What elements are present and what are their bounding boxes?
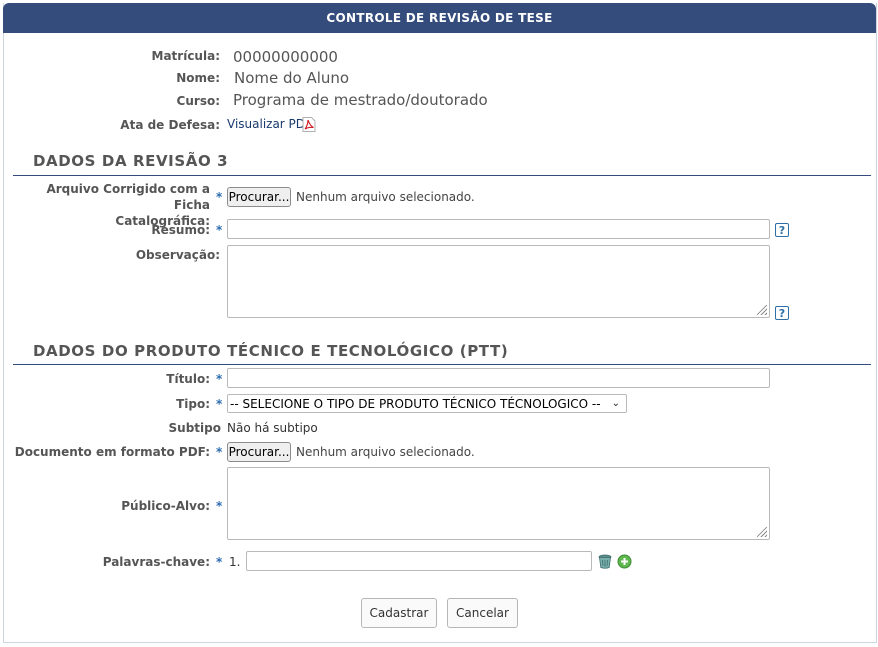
required-mark: * bbox=[216, 397, 223, 411]
palavras-chave-input[interactable] bbox=[246, 551, 592, 571]
tipo-label: Tipo: bbox=[176, 397, 210, 411]
observacao-help-icon[interactable]: ? bbox=[775, 306, 789, 320]
documento-label: Documento em formato PDF: bbox=[14, 445, 210, 459]
publico-alvo-label: Público-Alvo: bbox=[121, 499, 210, 513]
cadastrar-button[interactable]: Cadastrar bbox=[361, 598, 437, 628]
documento-status: Nenhum arquivo selecionado. bbox=[296, 445, 475, 459]
arquivo-status: Nenhum arquivo selecionado. bbox=[296, 190, 475, 204]
palavras-chave-label: Palavras-chave: bbox=[102, 555, 210, 569]
page-header: CONTROLE DE REVISÃO DE TESE bbox=[3, 3, 876, 33]
documento-browse-button[interactable]: Procurar... bbox=[227, 442, 291, 462]
ptt-section-title: DADOS DO PRODUTO TÉCNICO E TECNOLÓGICO (… bbox=[33, 342, 509, 360]
page-title: CONTROLE DE REVISÃO DE TESE bbox=[326, 11, 553, 25]
resumo-help-icon[interactable]: ? bbox=[775, 223, 789, 237]
arquivo-label-line1: Arquivo Corrigido com a Ficha bbox=[46, 182, 210, 212]
add-icon[interactable] bbox=[617, 554, 632, 569]
matricula-value: 00000000000 bbox=[233, 48, 338, 66]
tipo-select[interactable]: -- SELECIONE O TIPO DE PRODUTO TÉCNICO T… bbox=[227, 394, 627, 413]
revisao-section-title: DADOS DA REVISÃO 3 bbox=[33, 152, 229, 170]
tipo-selected-value: -- SELECIONE O TIPO DE PRODUTO TÉCNICO T… bbox=[230, 396, 601, 411]
subtipo-value: Não há subtipo bbox=[227, 421, 318, 435]
required-mark: * bbox=[216, 499, 223, 513]
resumo-input[interactable] bbox=[227, 219, 770, 239]
ata-pdf-link[interactable]: Visualizar PDF bbox=[227, 117, 312, 131]
ptt-section-divider bbox=[13, 364, 871, 365]
revisao-section-divider bbox=[13, 175, 871, 176]
resize-handle-icon[interactable] bbox=[757, 527, 767, 537]
observacao-label: Observação: bbox=[135, 248, 220, 262]
nome-label: Nome: bbox=[176, 71, 220, 85]
observacao-textarea[interactable] bbox=[227, 245, 770, 318]
resumo-label: Resumo: bbox=[151, 223, 210, 237]
curso-label: Curso: bbox=[176, 94, 220, 108]
required-mark: * bbox=[216, 223, 223, 237]
trash-icon[interactable] bbox=[598, 554, 612, 569]
cancelar-button[interactable]: Cancelar bbox=[447, 598, 518, 628]
titulo-input[interactable] bbox=[227, 368, 770, 388]
resize-handle-icon[interactable] bbox=[757, 305, 767, 315]
subtipo-label: Subtipo bbox=[168, 421, 221, 435]
palavras-chave-index: 1. bbox=[229, 555, 241, 569]
publico-alvo-textarea[interactable] bbox=[227, 467, 770, 540]
required-mark: * bbox=[216, 372, 223, 386]
matricula-label: Matrícula: bbox=[151, 49, 220, 63]
titulo-label: Título: bbox=[166, 372, 210, 386]
required-mark: * bbox=[216, 555, 223, 569]
pdf-icon[interactable] bbox=[302, 117, 316, 132]
arquivo-corrigido-label: Arquivo Corrigido com a Ficha Catalográf… bbox=[10, 181, 210, 229]
curso-value: Programa de mestrado/doutorado bbox=[233, 91, 488, 109]
required-mark: * bbox=[216, 445, 223, 459]
arquivo-browse-button[interactable]: Procurar... bbox=[227, 187, 291, 207]
chevron-down-icon: ⌄ bbox=[611, 398, 620, 409]
ata-label: Ata de Defesa: bbox=[120, 118, 220, 132]
required-mark: * bbox=[216, 190, 223, 204]
nome-value: Nome do Aluno bbox=[234, 69, 350, 87]
